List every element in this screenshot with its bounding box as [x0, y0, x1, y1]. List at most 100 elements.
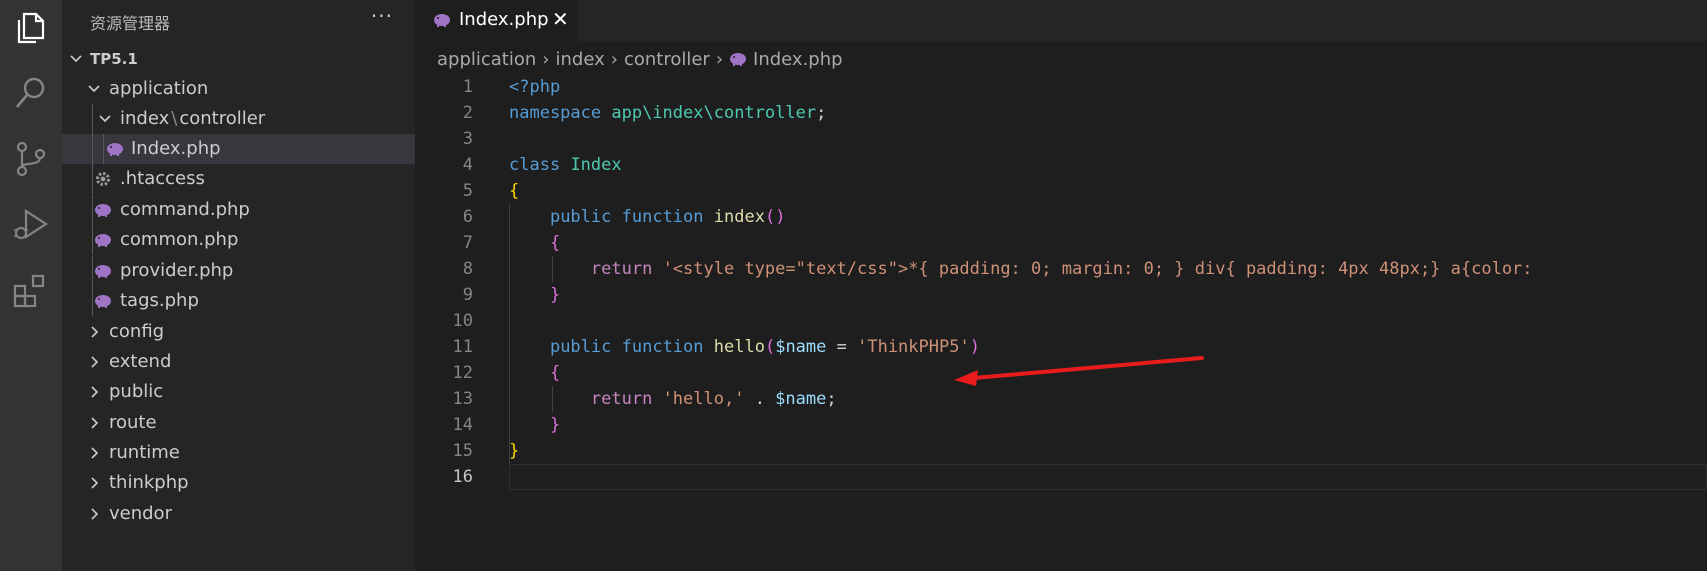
tree-folder-route[interactable]: route	[62, 408, 415, 438]
code-line: 14 }	[415, 412, 1707, 438]
code-token: {	[549, 363, 561, 383]
chevron-right-icon	[86, 347, 102, 377]
chevron-down-icon	[68, 44, 84, 74]
code-token: function	[621, 207, 704, 227]
line-number: 6	[462, 207, 473, 227]
indent-guide	[92, 195, 93, 225]
indent-guide	[92, 104, 93, 134]
files-icon[interactable]	[12, 8, 50, 46]
chevron-right-icon	[86, 468, 102, 498]
code-line: 7 {	[415, 230, 1707, 256]
breadcrumb-item[interactable]: Index.php	[753, 49, 843, 70]
code-line: 15 }	[415, 438, 1707, 464]
code-token: public	[549, 207, 612, 227]
tree-folder-index-controller[interactable]: index \ controller	[62, 104, 415, 134]
chevron-right-icon: ›	[542, 48, 550, 70]
tree-folder-runtime[interactable]: runtime	[62, 438, 415, 468]
line-number: 8	[462, 259, 473, 279]
code-line: 9 }	[415, 282, 1707, 308]
tree-file-command-php[interactable]: command.php	[62, 195, 415, 225]
chevron-down-icon	[86, 74, 102, 104]
tree-file-common-php[interactable]: common.php	[62, 225, 415, 255]
code-token: {	[509, 181, 520, 201]
chevron-right-icon: ›	[715, 48, 724, 70]
code-token: }	[509, 441, 520, 461]
code-token: }	[549, 415, 561, 435]
line-number: 11	[452, 337, 473, 357]
tree-label: runtime	[109, 442, 180, 463]
code-token: ()	[764, 207, 786, 227]
line-number: 14	[452, 415, 473, 435]
code-token: }	[549, 285, 561, 305]
code-editor[interactable]: 1 <?php 2 namespace app\index\controller…	[415, 74, 1707, 571]
code-token: {	[549, 233, 561, 253]
code-token: =	[826, 337, 858, 357]
explorer-title: 资源管理器	[90, 14, 171, 33]
tree-file-tags-php[interactable]: tags.php	[62, 286, 415, 316]
tree-folder-vendor[interactable]: vendor	[62, 499, 415, 529]
search-icon[interactable]	[12, 74, 50, 112]
code-line: 2 namespace app\index\controller;	[415, 100, 1707, 126]
code-token: $name	[775, 337, 827, 357]
tree-label: thinkphp	[109, 472, 189, 493]
breadcrumb: application › index › controller › Index.php	[437, 48, 843, 74]
more-actions-icon[interactable]: ···	[371, 4, 393, 28]
chevron-right-icon	[86, 408, 102, 438]
code-line: 8 return '<style type="text/css">*{ padd…	[415, 256, 1707, 282]
explorer-sidebar: 资源管理器 ··· TP5.1 application index \ contro…	[62, 0, 415, 571]
code-token: index	[713, 207, 765, 227]
code-token: namespace	[509, 103, 602, 123]
tree-folder-extend[interactable]: extend	[62, 347, 415, 377]
tree-file-index-php[interactable]: Index.php	[62, 134, 415, 164]
chevron-right-icon	[86, 438, 102, 468]
code-token: Index	[570, 155, 622, 175]
line-number: 1	[462, 77, 473, 97]
tree-label: tags.php	[120, 290, 199, 311]
php-elephant-icon	[94, 263, 112, 279]
tree-folder-application[interactable]: application	[62, 74, 415, 104]
tree-folder-public[interactable]: public	[62, 377, 415, 407]
line-number: 16	[452, 467, 473, 487]
line-number: 7	[462, 233, 473, 253]
current-line-highlight	[509, 464, 1707, 490]
code-token: hello	[713, 337, 765, 357]
tab-label: Index.php	[459, 9, 549, 30]
code-token: class	[509, 155, 561, 175]
tree-file-provider-php[interactable]: provider.php	[62, 256, 415, 286]
tree-file-htaccess[interactable]: .htaccess	[62, 164, 415, 194]
breadcrumb-item[interactable]: index	[556, 49, 605, 70]
extensions-icon[interactable]	[12, 272, 50, 310]
code-line: 6 public function index()	[415, 204, 1707, 230]
php-elephant-icon	[94, 202, 112, 218]
tree-label: common.php	[120, 229, 239, 250]
code-line: 10	[415, 308, 1707, 334]
line-number: 10	[452, 311, 473, 331]
php-elephant-icon	[729, 51, 747, 67]
tab-index-php[interactable]: Index.php ✕	[415, 0, 577, 41]
line-number: 4	[462, 155, 473, 175]
code-line-current: 16	[415, 464, 1707, 490]
code-token: '<style type="text/css">*{ padding: 0; m…	[662, 259, 1533, 279]
gear-icon	[94, 171, 112, 187]
code-line: 4 class Index	[415, 152, 1707, 178]
breadcrumb-item[interactable]: application	[437, 49, 536, 70]
tree-root[interactable]: TP5.1	[62, 44, 415, 74]
chevron-right-icon	[86, 317, 102, 347]
indent-guide	[92, 164, 93, 194]
indent-guide	[92, 225, 93, 255]
code-token: (	[764, 337, 776, 357]
tree-label: application	[109, 78, 209, 99]
close-icon[interactable]: ✕	[552, 7, 569, 31]
breadcrumb-item[interactable]: controller	[624, 49, 710, 70]
tree-label: public	[109, 381, 164, 402]
tree-folder-thinkphp[interactable]: thinkphp	[62, 468, 415, 498]
code-token: function	[621, 337, 704, 357]
tree-label: index \ controller	[120, 108, 265, 129]
indent-guide	[92, 256, 93, 286]
run-debug-icon[interactable]	[12, 206, 50, 244]
source-control-icon[interactable]	[12, 140, 50, 178]
line-number: 15	[452, 441, 473, 461]
chevron-right-icon	[86, 377, 102, 407]
tree-label-part: index	[120, 108, 170, 129]
tree-folder-config[interactable]: config	[62, 317, 415, 347]
